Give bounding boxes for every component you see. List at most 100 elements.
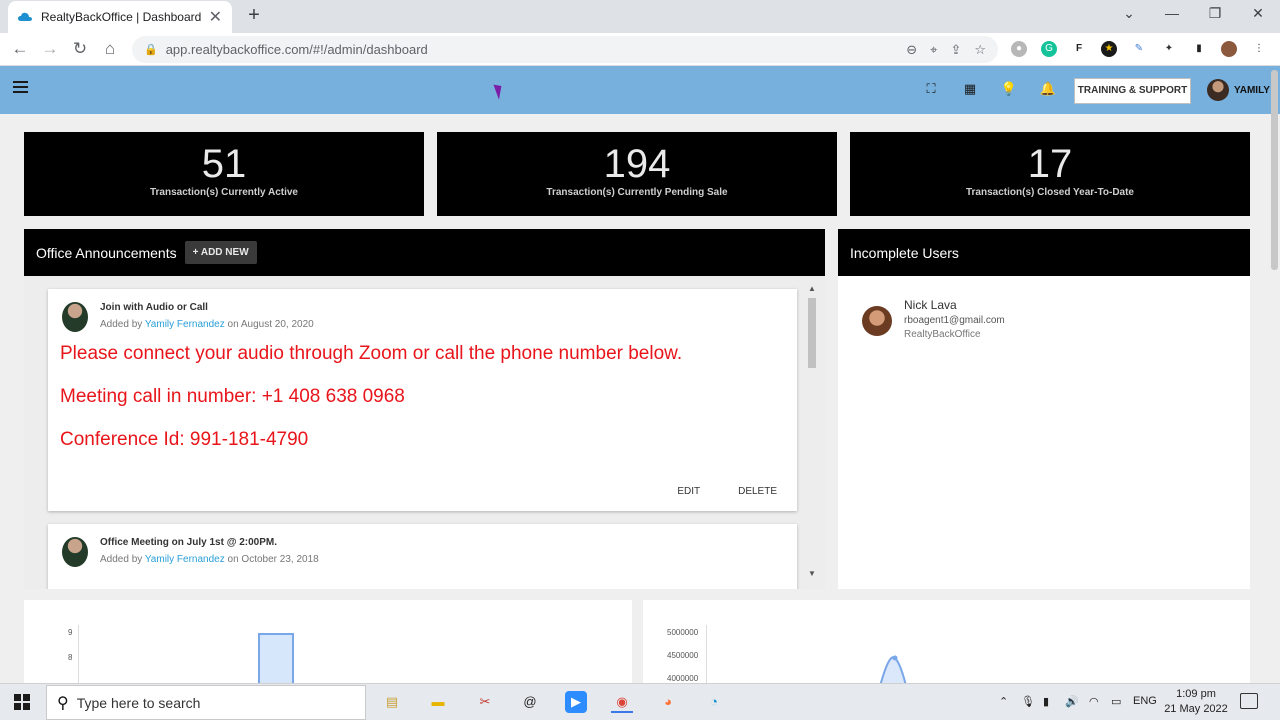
avatar bbox=[62, 537, 88, 567]
user-office: RealtyBackOffice bbox=[904, 329, 981, 340]
author-link[interactable]: Yamily Fernandez bbox=[145, 554, 225, 565]
zoom-app-icon[interactable]: ▶ bbox=[565, 691, 587, 713]
firefox-icon[interactable]: ◕ bbox=[657, 691, 679, 713]
avatar bbox=[62, 302, 88, 332]
address-bar[interactable]: 🔒 app.realtybackoffice.com/#!/admin/dash… bbox=[132, 36, 998, 63]
lightbulb-icon[interactable]: 💡 bbox=[1000, 81, 1018, 97]
clock-time: 1:09 pm bbox=[1176, 688, 1216, 700]
announcements-list[interactable]: Join with Audio or Call Added by Yamily … bbox=[24, 276, 825, 589]
scroll-up-icon[interactable]: ▲ bbox=[808, 284, 816, 293]
share-icon[interactable]: ⇪ bbox=[950, 42, 961, 58]
bookmark-star-icon[interactable]: ☆ bbox=[974, 42, 986, 58]
grammarly-icon[interactable]: G bbox=[1041, 41, 1057, 57]
tab-title: RealtyBackOffice | Dashboard bbox=[41, 10, 202, 24]
reload-button[interactable]: ↻ bbox=[69, 38, 91, 60]
pen-extension-icon[interactable]: ✎ bbox=[1131, 41, 1147, 57]
bell-icon[interactable]: 🔔 bbox=[1039, 81, 1057, 97]
stat-tile-pending[interactable]: 194 Transaction(s) Currently Pending Sal… bbox=[437, 132, 837, 216]
search-placeholder: Type here to search bbox=[76, 694, 201, 711]
cloud-icon bbox=[18, 12, 32, 21]
new-tab-button[interactable]: + bbox=[244, 4, 264, 27]
announcement-title: Join with Audio or Call bbox=[100, 302, 208, 313]
chrome-icon[interactable]: ◉ bbox=[611, 691, 633, 713]
edit-button[interactable]: EDIT bbox=[677, 486, 700, 497]
user-name: Nick Lava bbox=[904, 298, 957, 312]
snipping-tool-icon[interactable]: ✂ bbox=[474, 691, 496, 713]
y-axis bbox=[706, 625, 707, 685]
search-icon: ⚲ bbox=[57, 694, 69, 712]
add-new-label: ADD NEW bbox=[200, 247, 249, 258]
minimize-button[interactable]: — bbox=[1162, 5, 1182, 21]
close-tab-icon[interactable]: ✕ bbox=[209, 7, 222, 27]
stat-tile-closed[interactable]: 17 Transaction(s) Closed Year-To-Date bbox=[850, 132, 1250, 216]
fullscreen-icon[interactable]: ⛶ bbox=[922, 81, 940, 97]
mic-active-icon[interactable]: ▮ bbox=[1043, 695, 1049, 708]
announcement-card: Office Meeting on July 1st @ 2:00PM. Add… bbox=[48, 524, 797, 589]
windows-start-icon[interactable] bbox=[14, 694, 30, 710]
notification-icon[interactable] bbox=[1240, 693, 1258, 709]
back-button[interactable]: ← bbox=[9, 38, 31, 60]
announcement-card: Join with Audio or Call Added by Yamily … bbox=[48, 289, 797, 511]
added-by-prefix: Added by bbox=[100, 319, 143, 330]
delete-button[interactable]: DELETE bbox=[738, 486, 777, 497]
stat-tile-active[interactable]: 51 Transaction(s) Currently Active bbox=[24, 132, 424, 216]
app-icon[interactable]: @ bbox=[519, 691, 541, 713]
scroll-thumb[interactable] bbox=[808, 298, 816, 368]
browser-tab[interactable]: RealtyBackOffice | Dashboard ✕ bbox=[8, 1, 232, 33]
message-line: Conference Id: 991-181-4790 bbox=[60, 429, 309, 450]
close-window-button[interactable]: ✕ bbox=[1248, 5, 1268, 22]
language-indicator[interactable]: ENG bbox=[1133, 695, 1157, 707]
kebab-menu-icon[interactable]: ⋮ bbox=[1251, 41, 1267, 57]
edge-icon[interactable]: ◔ bbox=[703, 691, 725, 713]
author-link[interactable]: Yamily Fernandez bbox=[145, 319, 225, 330]
user-email: rboagent1@gmail.com bbox=[904, 315, 1005, 326]
stat-label: Transaction(s) Closed Year-To-Date bbox=[965, 187, 1134, 198]
message-line: Meeting call in number: +1 408 638 0968 bbox=[60, 386, 405, 407]
microphone-icon[interactable]: 🎙 bbox=[1021, 695, 1035, 708]
y-tick-label: 8 bbox=[68, 653, 73, 662]
extension-icon[interactable]: ● bbox=[1011, 41, 1027, 57]
location-icon[interactable]: ⌖ bbox=[930, 42, 937, 58]
wifi-icon[interactable]: ◠ bbox=[1089, 695, 1099, 708]
list-item[interactable]: Nick Lava rboagent1@gmail.com RealtyBack… bbox=[862, 298, 1005, 340]
training-support-button[interactable]: TRAINING & SUPPORT bbox=[1074, 78, 1191, 104]
file-explorer-icon[interactable]: ▬ bbox=[427, 691, 449, 713]
browser-toolbar: ← → ↻ ⌂ 🔒 app.realtybackoffice.com/#!/ad… bbox=[0, 33, 1280, 66]
sidebar-icon[interactable]: ▮ bbox=[1191, 41, 1207, 57]
user-menu[interactable]: YAMILY bbox=[1207, 79, 1270, 101]
profile-avatar-icon[interactable] bbox=[1221, 41, 1237, 57]
lock-icon: 🔒 bbox=[144, 44, 158, 56]
announcements-title: Office Announcements bbox=[36, 244, 177, 261]
y-tick-label: 4000000 bbox=[667, 674, 699, 683]
zoom-icon[interactable]: ⊖ bbox=[906, 42, 917, 58]
app-header: ⛶ ▦ 💡 🔔 TRAINING & SUPPORT YAMILY bbox=[0, 66, 1280, 114]
announcement-meta: Added by Yamily Fernandez on August 20, … bbox=[100, 319, 314, 330]
add-new-button[interactable]: + ADD NEW bbox=[184, 241, 257, 264]
puzzle-icon[interactable]: ✦ bbox=[1161, 41, 1177, 57]
scroll-down-icon[interactable]: ▼ bbox=[808, 569, 816, 578]
extension-badge-icon[interactable]: ★ bbox=[1101, 41, 1117, 57]
home-button[interactable]: ⌂ bbox=[99, 38, 121, 60]
font-extension-icon[interactable]: F bbox=[1071, 41, 1087, 57]
battery-icon[interactable]: ▭ bbox=[1111, 695, 1121, 708]
taskbar-search-input[interactable]: ⚲ Type here to search bbox=[46, 685, 366, 720]
user-name: YAMILY bbox=[1234, 84, 1270, 96]
incomplete-users-header: Incomplete Users bbox=[838, 229, 1250, 276]
plus-icon: + bbox=[192, 247, 201, 258]
tab-search-icon[interactable]: ⌄ bbox=[1119, 5, 1139, 22]
right-chart-card: 5000000 4500000 4000000 bbox=[643, 600, 1250, 690]
taskbar: ⚲ Type here to search ▤ ▬ ✂ @ ▶ ◉ ◕ ◔ ⌃ … bbox=[0, 683, 1280, 720]
left-chart-card: 9 8 bbox=[24, 600, 632, 693]
incomplete-users-list: Nick Lava rboagent1@gmail.com RealtyBack… bbox=[838, 276, 1250, 589]
restore-button[interactable]: ❐ bbox=[1205, 5, 1225, 22]
task-view-icon[interactable]: ▤ bbox=[381, 691, 403, 713]
stat-value: 51 bbox=[201, 142, 247, 186]
page-scrollbar[interactable] bbox=[1271, 70, 1278, 270]
apps-grid-icon[interactable]: ▦ bbox=[961, 81, 979, 97]
volume-icon[interactable]: 🔊 bbox=[1065, 695, 1079, 708]
forward-button[interactable]: → bbox=[39, 38, 61, 60]
announcements-scrollbar[interactable]: ▲ ▼ bbox=[806, 284, 818, 581]
hamburger-menu-icon[interactable] bbox=[13, 81, 28, 97]
system-clock[interactable]: 1:09 pm 21 May 2022 bbox=[1160, 687, 1232, 717]
show-hidden-icons-icon[interactable]: ⌃ bbox=[999, 695, 1008, 708]
